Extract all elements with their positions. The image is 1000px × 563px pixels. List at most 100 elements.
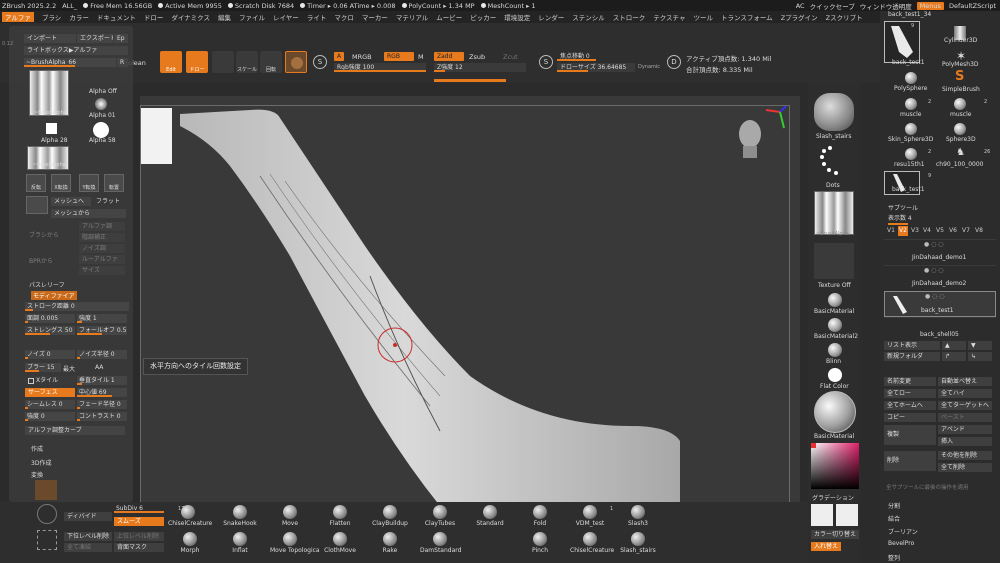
menu-dynamics[interactable]: ダイナミクス bbox=[171, 12, 210, 22]
menu-draw[interactable]: ドロー bbox=[144, 12, 164, 22]
r-button[interactable]: R bbox=[117, 58, 128, 67]
lower-level-delete-button[interactable]: 下位レベル削除 bbox=[64, 532, 112, 541]
d-icon[interactable]: D bbox=[667, 55, 681, 69]
fade-radius-slider[interactable]: フェード半径 0 bbox=[77, 400, 127, 409]
alpha58-thumb[interactable] bbox=[93, 122, 109, 138]
all-target-button[interactable]: 全てターゲットへ bbox=[938, 401, 992, 410]
muscle2-thumb-icon[interactable] bbox=[954, 98, 966, 110]
brush-pinch[interactable]: Pinch bbox=[520, 532, 560, 560]
flat-color-thumb[interactable] bbox=[828, 368, 842, 382]
dots-stroke-thumb[interactable] bbox=[814, 143, 854, 179]
version-tab-v6[interactable]: V6 bbox=[948, 226, 958, 236]
ch90-thumb-icon[interactable]: ♞ bbox=[956, 147, 965, 158]
subtool-row[interactable]: JinDahaad_demo2 ● ◌ ◌ bbox=[884, 265, 996, 291]
duplicate-button[interactable]: 複製 bbox=[884, 425, 936, 445]
all-low-button[interactable]: 全てロー bbox=[884, 389, 936, 398]
bevelpro-header[interactable]: BevelPro bbox=[888, 540, 914, 547]
draw-size-slider[interactable]: ドローサイズ 36.64685 bbox=[557, 63, 635, 72]
brush-flatten[interactable]: Flatten bbox=[320, 505, 360, 533]
menu-preferences[interactable]: 環境設定 bbox=[504, 12, 530, 22]
color-switch-button[interactable]: カラー切り替え bbox=[811, 530, 859, 539]
alpha-adjust-button[interactable]: アルファ調 bbox=[79, 222, 125, 231]
noise-button[interactable]: ノイズ調 bbox=[79, 244, 125, 253]
selected-material-thumb[interactable] bbox=[814, 391, 856, 433]
color-swatch-main[interactable] bbox=[811, 443, 816, 448]
alpha-off-label[interactable]: Alpha Off bbox=[89, 88, 117, 95]
menu-zscript[interactable]: Zスクリプト bbox=[826, 12, 863, 22]
main-color-swatch[interactable] bbox=[811, 504, 833, 526]
noise-slider[interactable]: ノイズ 0 bbox=[25, 350, 75, 359]
list-all-button[interactable]: リスト表示 bbox=[884, 341, 940, 350]
menu-picker[interactable]: ピッカー bbox=[470, 12, 496, 22]
menu-alpha[interactable]: アルファ bbox=[2, 12, 34, 22]
flip-v-icon[interactable]: Y転換 bbox=[79, 174, 99, 192]
rgb-intensity-slider[interactable]: Rgb強度 100 bbox=[334, 63, 426, 72]
divide-button[interactable]: ディバイド bbox=[64, 512, 112, 521]
transpose-icon[interactable]: 転置 bbox=[104, 174, 124, 192]
append-button[interactable]: アペンド bbox=[938, 425, 992, 434]
copy-button[interactable]: コピー bbox=[884, 413, 936, 422]
alpha-curve-button[interactable]: アルファ調整カーブ bbox=[25, 426, 125, 435]
all-high-button[interactable]: 全てハイ bbox=[938, 389, 992, 398]
delete-other-button[interactable]: その他を削除 bbox=[938, 451, 992, 460]
blur-slider[interactable]: ブラー 15 bbox=[25, 363, 61, 372]
menu-render[interactable]: レンダー bbox=[538, 12, 564, 22]
alpha01-thumb[interactable] bbox=[95, 98, 107, 110]
menu-stencil[interactable]: ステンシル bbox=[572, 12, 605, 22]
version-tab-v5[interactable]: V5 bbox=[935, 226, 945, 236]
menu-layer[interactable]: レイヤー bbox=[273, 12, 299, 22]
polysphere-thumb-icon[interactable] bbox=[905, 72, 917, 84]
visibility-eye-icon[interactable]: ● ◌ ◌ bbox=[924, 241, 944, 248]
default-script-button[interactable]: DefaultZScript bbox=[949, 2, 996, 10]
create3d-header[interactable]: 3D作成 bbox=[31, 458, 51, 467]
arrow-up-icon[interactable]: ▲ bbox=[942, 341, 966, 350]
strength50-slider[interactable]: ストレングス 50 bbox=[25, 326, 75, 335]
visibility-eye-icon[interactable]: ● ◌ ◌ bbox=[925, 293, 945, 300]
zadd-button[interactable]: Zadd bbox=[434, 52, 464, 61]
stroke-interval-slider[interactable]: ストローク距離 0 bbox=[25, 302, 129, 311]
blinn-thumb[interactable] bbox=[828, 343, 842, 357]
m-button[interactable]: M bbox=[418, 53, 424, 61]
tile-y-slider[interactable]: 垂直タイル 1 bbox=[77, 376, 127, 385]
seamless-slider[interactable]: シームレス 0 bbox=[25, 400, 75, 409]
a-toggle[interactable]: A bbox=[334, 52, 345, 61]
brush-rake[interactable]: Rake bbox=[370, 532, 410, 560]
simplebrush-icon[interactable]: S bbox=[955, 69, 964, 84]
gradient-label[interactable]: グラデーション bbox=[812, 493, 854, 502]
move-up-icon[interactable]: ↱ bbox=[942, 352, 966, 361]
muscle-thumb-icon[interactable] bbox=[905, 98, 917, 110]
brush-claytubes[interactable]: ClayTubes bbox=[420, 505, 460, 533]
flip-h-icon[interactable]: X転換 bbox=[51, 174, 71, 192]
rgb-button[interactable]: RGB bbox=[384, 52, 414, 61]
subtool-row[interactable]: JinDahaad_demo1 ● ◌ ◌ bbox=[884, 239, 996, 265]
auto-reorder-button[interactable]: 自動並べ替え bbox=[938, 377, 992, 386]
brush-alpha-slider[interactable]: ~BrushAlpha_66 bbox=[24, 58, 116, 67]
version-tab-v7[interactable]: V7 bbox=[961, 226, 971, 236]
tile-x-checkbox[interactable]: Xタイル bbox=[25, 376, 75, 385]
brush-alpha-shelf-thumb[interactable] bbox=[814, 191, 854, 235]
alpha28-thumb[interactable] bbox=[46, 123, 57, 134]
subtool-row[interactable]: back_shell05 bbox=[884, 317, 996, 343]
resu-thumb-icon[interactable] bbox=[905, 148, 917, 160]
to-mesh-button[interactable]: メッシュへ bbox=[51, 197, 91, 206]
focal-shift-slider[interactable]: 焦点移動 0 bbox=[557, 52, 635, 61]
create-header[interactable]: 作成 bbox=[31, 444, 43, 453]
blur-adjust-slider[interactable]: 面調 0.005 bbox=[25, 314, 75, 323]
brush-move[interactable]: Move bbox=[270, 505, 310, 533]
menu-texture[interactable]: テクスチャ bbox=[653, 12, 685, 22]
invert-icon[interactable]: 反転 bbox=[26, 174, 46, 192]
split-header[interactable]: 分割 bbox=[888, 501, 900, 510]
version-tab-v2[interactable]: V2 bbox=[898, 226, 908, 236]
window-transparency-button[interactable]: ウィンドウ透明度 bbox=[860, 1, 912, 11]
from-mesh-button[interactable]: メッシュから bbox=[51, 209, 126, 218]
version-tab-v8[interactable]: V8 bbox=[974, 226, 984, 236]
delete-button[interactable]: 削除 bbox=[884, 451, 936, 471]
pasreef-header[interactable]: パスレリーフ bbox=[29, 280, 65, 289]
sphere3d-thumb-icon[interactable] bbox=[954, 123, 966, 135]
all-home-button[interactable]: 全てホームへ bbox=[884, 401, 936, 410]
smooth-button[interactable]: スムーズ bbox=[114, 517, 164, 526]
menu-brush[interactable]: ブラシ bbox=[42, 12, 61, 22]
version-tab-v3[interactable]: V3 bbox=[910, 226, 920, 236]
brush-move-topological[interactable]: Move Topologica bbox=[270, 532, 320, 560]
dynamic-toggle[interactable]: Dynamic bbox=[638, 64, 660, 70]
